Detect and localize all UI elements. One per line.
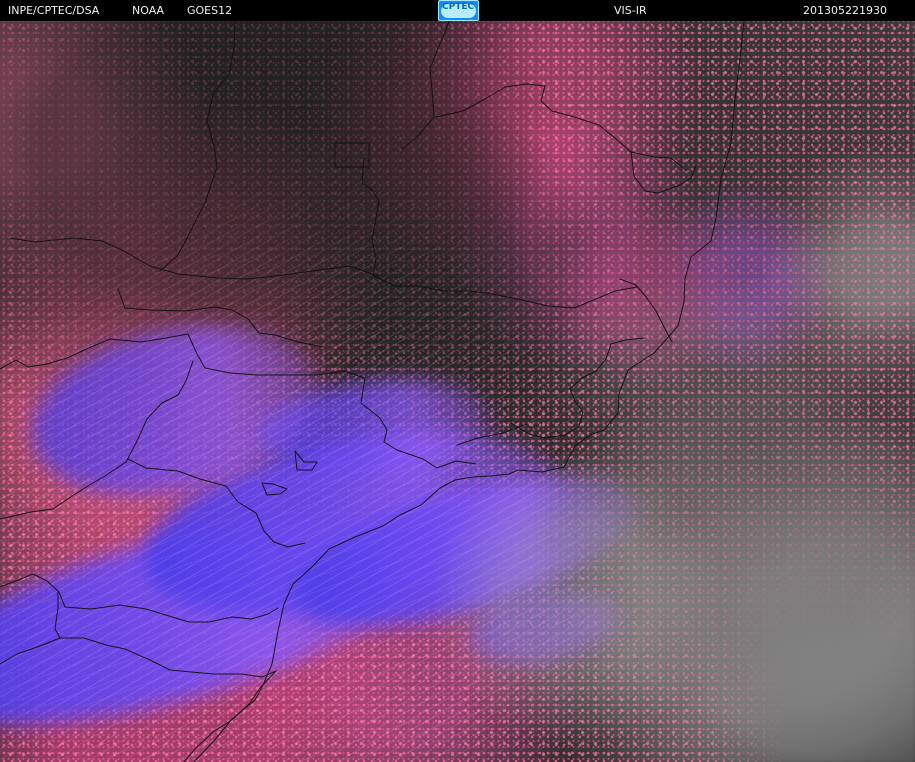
agency-label: NOAA: [132, 4, 165, 17]
source-label: INPE/CPTEC/DSA: [8, 4, 100, 17]
satellite-label: GOES12: [187, 4, 233, 17]
satellite-image-viewer: INPE/CPTEC/DSA NOAA GOES12 CPTEC VIS-IR …: [0, 0, 915, 762]
ocean-clouds-layer: [0, 21, 915, 762]
cptec-logo: CPTEC: [438, 0, 479, 21]
product-label: VIS-IR: [614, 4, 647, 17]
logo-text: CPTEC: [442, 2, 475, 12]
image-header: INPE/CPTEC/DSA NOAA GOES12 CPTEC VIS-IR …: [0, 0, 915, 21]
satellite-imagery: [0, 21, 915, 762]
timestamp-label: 201305221930: [803, 4, 887, 17]
